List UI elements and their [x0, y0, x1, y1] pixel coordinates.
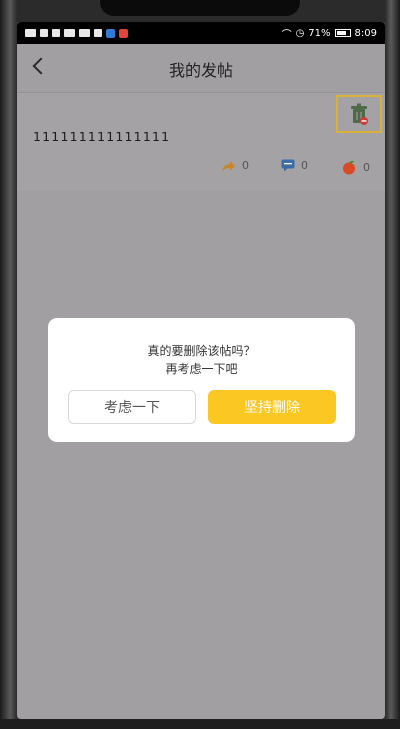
video-icon [79, 29, 90, 37]
signal-icon [40, 29, 48, 37]
headset-icon: ⌒ [281, 29, 292, 41]
post-card: 111111111111111 0 0 0 [17, 93, 385, 191]
status-bar-left [25, 28, 128, 38]
comment-icon [281, 159, 295, 172]
trash-icon [350, 103, 368, 125]
share-stat[interactable]: 0 [221, 159, 249, 172]
dialog-submessage: 再考虑一下吧 [165, 362, 238, 376]
page-title: 我的发帖 [168, 61, 233, 80]
like-count: 0 [363, 160, 370, 174]
post-content[interactable]: 111111111111111 [33, 129, 170, 144]
alarm-icon: ◷ [295, 27, 305, 39]
phone-notch [100, 0, 300, 16]
delete-confirm-dialog: 真的要删除该帖吗？ 再考虑一下吧 考虑一下 坚持删除 [48, 318, 355, 442]
phone-edge-right [385, 0, 400, 729]
signal-icon [52, 29, 60, 37]
battery-percent: 71% [308, 27, 331, 39]
app-notification-icon [119, 28, 128, 38]
like-stat[interactable]: 0 [341, 159, 370, 175]
post-stats: 0 0 0 [17, 159, 385, 179]
phone-bezel-bottom [0, 719, 400, 729]
battery-icon [334, 29, 351, 37]
cloud-icon [94, 29, 102, 37]
comment-count: 0 [301, 159, 308, 172]
header: 我的发帖 [17, 44, 385, 92]
cancel-button[interactable]: 考虑一下 [68, 390, 196, 424]
status-bar-right: ⌒ ◷ 71% 8:09 [282, 26, 377, 41]
phone-edge-left [0, 0, 17, 729]
clock-time: 8:09 [354, 27, 377, 39]
share-icon [221, 160, 236, 172]
status-bar: ⌒ ◷ 71% 8:09 [17, 22, 385, 44]
delete-post-button[interactable] [336, 95, 382, 133]
share-count: 0 [242, 159, 249, 172]
phone-screen: ⌒ ◷ 71% 8:09 我的发帖 111111111111111 0 0 0 … [17, 22, 385, 719]
confirm-delete-button[interactable]: 坚持删除 [208, 390, 336, 424]
dialog-message: 真的要删除该帖吗？ [147, 344, 256, 358]
apple-icon [341, 159, 357, 175]
sim-icon [25, 29, 36, 37]
comment-stat[interactable]: 0 [281, 159, 308, 172]
app-notification-icon [106, 28, 115, 38]
wifi-icon [64, 29, 75, 37]
